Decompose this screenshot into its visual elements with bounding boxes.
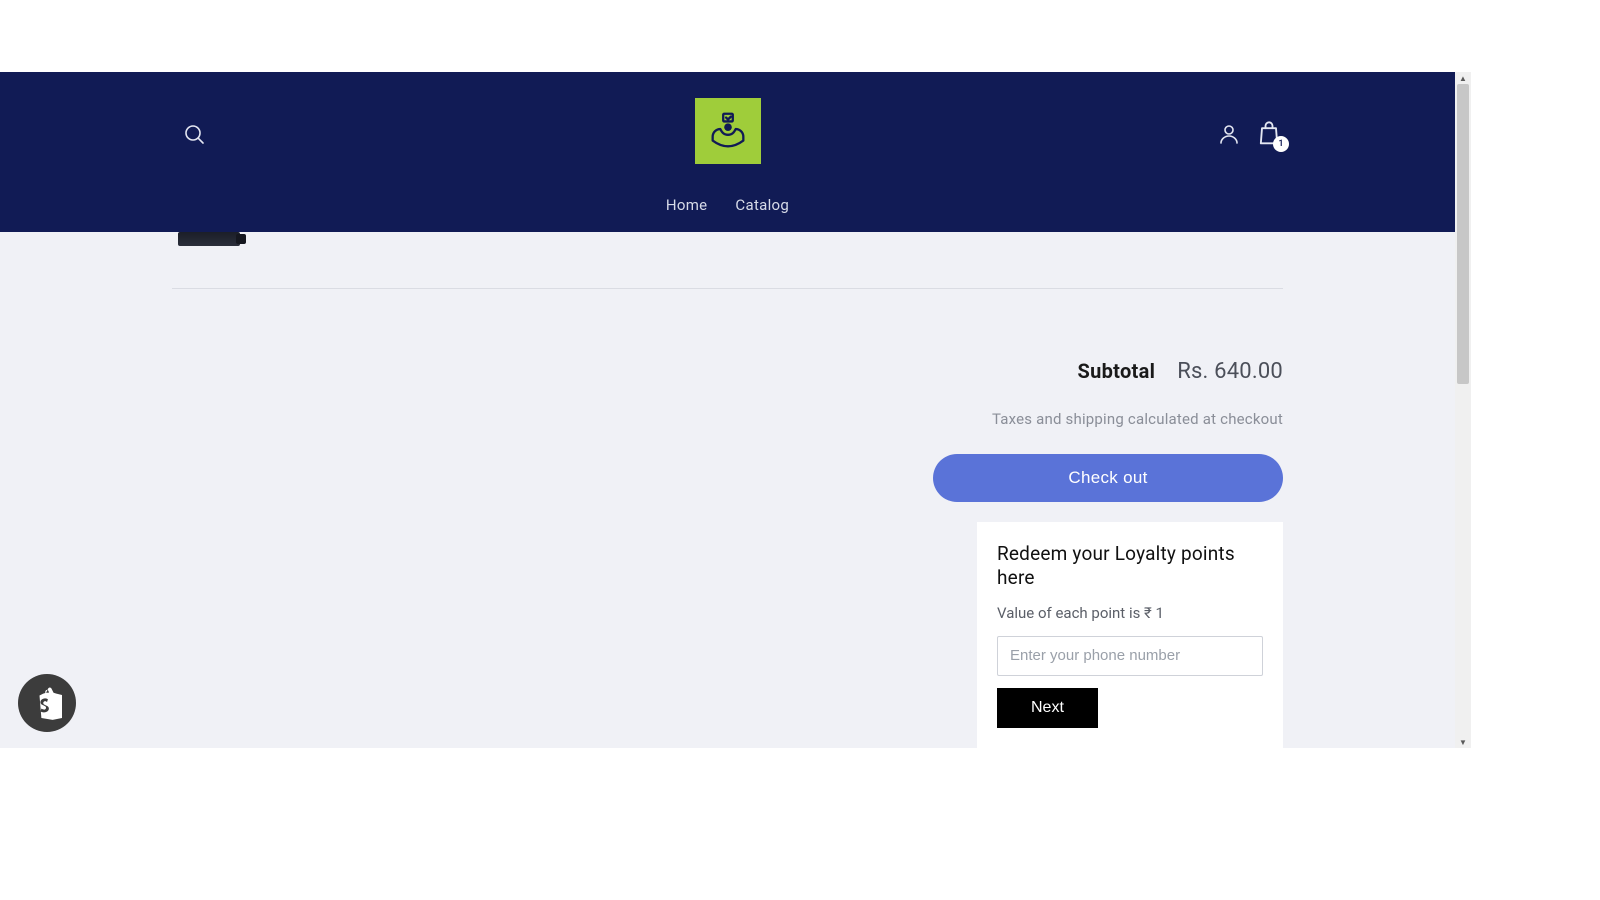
cart-subtotal-row: Subtotal Rs. 640.00 bbox=[172, 359, 1283, 384]
nav-catalog[interactable]: Catalog bbox=[733, 192, 791, 218]
platform-badge[interactable] bbox=[18, 674, 76, 732]
cart-count-badge: 1 bbox=[1273, 136, 1289, 152]
loyalty-title: Redeem your Loyalty points here bbox=[997, 542, 1263, 590]
scrollbar-down-arrow-icon[interactable]: ▼ bbox=[1455, 736, 1471, 748]
tax-shipping-note: Taxes and shipping calculated at checkou… bbox=[172, 410, 1283, 428]
subtotal-amount: Rs. 640.00 bbox=[1177, 359, 1283, 384]
loyalty-subtitle: Value of each point is ₹ 1 bbox=[997, 604, 1263, 622]
search-icon bbox=[182, 122, 206, 146]
loyalty-phone-input[interactable] bbox=[997, 636, 1263, 676]
scrollbar-up-arrow-icon[interactable]: ▲ bbox=[1455, 72, 1471, 84]
page-root: 1 Home Catalog Subtotal Rs. 640.00 Taxes… bbox=[0, 0, 1600, 900]
header-top: 1 bbox=[0, 72, 1455, 190]
page-viewport: 1 Home Catalog Subtotal Rs. 640.00 Taxes… bbox=[0, 72, 1455, 748]
vertical-scrollbar[interactable]: ▲ ▼ bbox=[1455, 72, 1471, 748]
search-button[interactable] bbox=[182, 122, 206, 146]
cart-button[interactable]: 1 bbox=[1255, 120, 1283, 148]
primary-nav: Home Catalog bbox=[0, 192, 1455, 218]
site-header: 1 Home Catalog bbox=[0, 72, 1455, 232]
logo-icon bbox=[705, 108, 751, 154]
loyalty-next-button[interactable]: Next bbox=[997, 688, 1098, 728]
shopify-bag-icon bbox=[32, 686, 62, 720]
store-logo[interactable] bbox=[695, 98, 761, 164]
checkout-row: Check out bbox=[172, 454, 1283, 502]
scrollbar-thumb[interactable] bbox=[1457, 84, 1469, 384]
cart-divider bbox=[172, 288, 1283, 289]
nav-home[interactable]: Home bbox=[664, 192, 710, 218]
cart-content: Subtotal Rs. 640.00 Taxes and shipping c… bbox=[0, 232, 1455, 748]
user-icon bbox=[1217, 122, 1241, 146]
loyalty-card: Redeem your Loyalty points here Value of… bbox=[977, 522, 1283, 748]
account-button[interactable] bbox=[1217, 122, 1241, 146]
subtotal-label: Subtotal bbox=[1077, 359, 1155, 383]
checkout-button[interactable]: Check out bbox=[933, 454, 1283, 502]
